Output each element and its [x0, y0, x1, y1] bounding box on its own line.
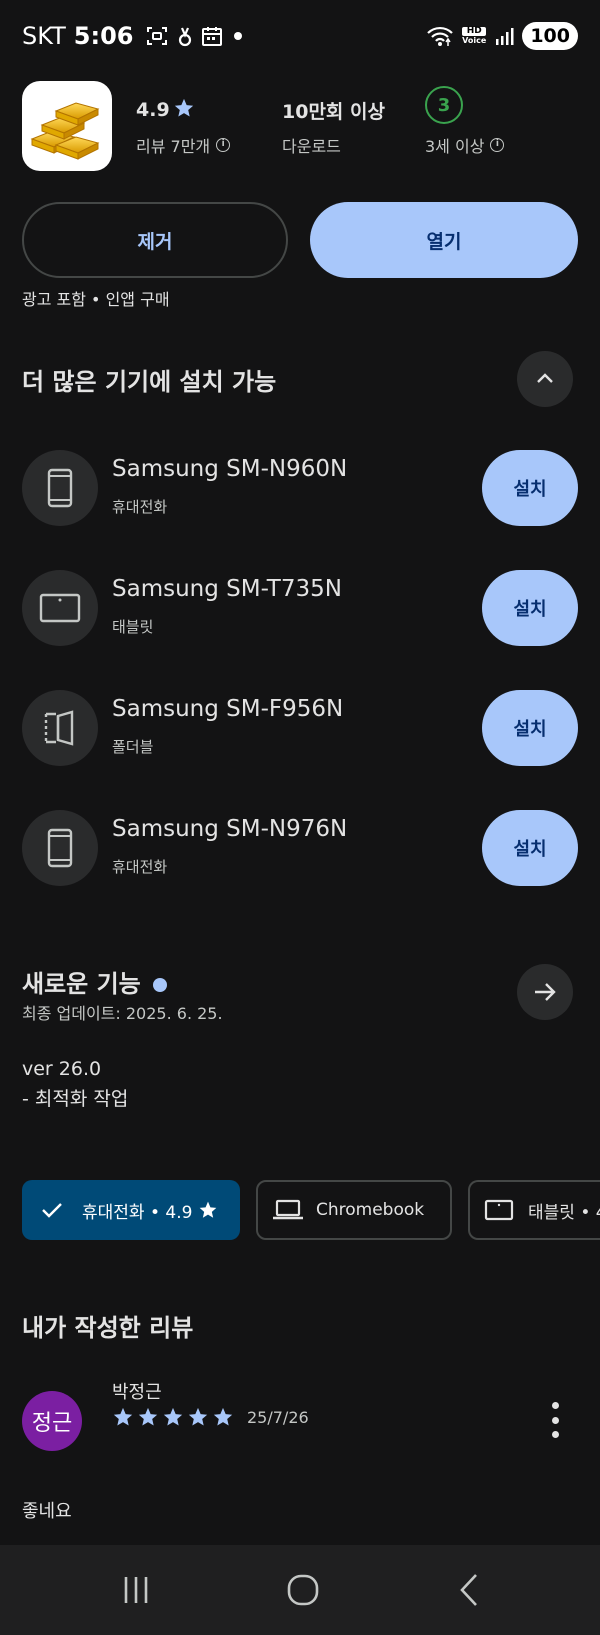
new-indicator-dot [152, 978, 167, 992]
back-button[interactable] [440, 1565, 500, 1615]
star-icon [188, 1407, 208, 1426]
release-notes: ver 26.0 - 최적화 작업 [22, 1054, 128, 1114]
more-options-button[interactable] [548, 1402, 562, 1438]
device-name: Samsung SM-F956N [112, 696, 344, 722]
more-devices-title: 더 많은 기기에 설치 가능 [22, 368, 277, 396]
version-text: ver 26.0 [22, 1058, 102, 1080]
screenshot-icon [145, 24, 169, 48]
voice-label: Voice [462, 36, 487, 45]
install-button[interactable]: 설치 [482, 690, 578, 766]
dot [551, 1402, 559, 1409]
device-row: Samsung SM-F956N 폴더블 설치 [22, 690, 578, 766]
whats-new-label: 새로운 기능 [22, 970, 141, 998]
open-button[interactable]: 열기 [310, 202, 578, 278]
downloads-label: 다운로드 [282, 137, 341, 156]
dot [551, 1431, 559, 1438]
laptop-icon [272, 1198, 304, 1222]
phone-icon [22, 450, 98, 526]
status-bar: SKT 5:06 HD Voice 100 [0, 0, 600, 76]
gold-bars-icon [22, 81, 112, 171]
reviews-count-label: 리뷰 7만개 [136, 137, 211, 156]
foldable-icon [22, 690, 98, 766]
tablet-icon [484, 1198, 514, 1222]
chip-label: 태블릿 • 4 [528, 1202, 600, 1223]
star-icon [163, 1407, 183, 1426]
device-row: Samsung SM-N960N 휴대전화 설치 [22, 450, 578, 526]
signal-icon [494, 26, 514, 46]
remove-button[interactable]: 제거 [22, 202, 288, 278]
chip-label: Chromebook [316, 1200, 425, 1220]
recent-apps-icon [124, 1577, 148, 1603]
collapse-button[interactable] [517, 351, 573, 407]
star-icon [113, 1407, 133, 1426]
avatar: 정근 [22, 1391, 82, 1451]
chip-tablet[interactable]: 태블릿 • 4 [468, 1180, 600, 1240]
home-button[interactable] [273, 1565, 333, 1615]
carrier-label: SKT [22, 22, 66, 50]
device-type: 휴대전화 [112, 858, 168, 876]
downloads-stat: 10만회 이상 다운로드 [282, 97, 385, 157]
chevron-up-icon [537, 373, 553, 383]
device-type: 태블릿 [112, 618, 154, 636]
star-icon [198, 1200, 218, 1220]
dot [551, 1416, 559, 1424]
install-button[interactable]: 설치 [482, 810, 578, 886]
age-rating-label: 3세 이상 [425, 137, 485, 156]
notification-dot-icon [231, 29, 245, 43]
last-updated: 최종 업데이트: 2025. 6. 25. [22, 1004, 223, 1023]
chip-label: 휴대전화 • 4.9 [82, 1202, 193, 1223]
device-name: Samsung SM-T735N [112, 576, 342, 602]
info-icon: i [216, 138, 231, 152]
check-icon [40, 1198, 64, 1222]
arrow-right-icon [535, 983, 556, 1001]
install-button[interactable]: 설치 [482, 450, 578, 526]
info-icon: i [490, 138, 505, 152]
install-button[interactable]: 설치 [482, 570, 578, 646]
star-icon [138, 1407, 158, 1426]
review-rating: 25/7/26 [112, 1406, 309, 1428]
star-icon [173, 97, 195, 124]
note-text: - 최적화 작업 [22, 1088, 129, 1110]
my-review-title: 내가 작성한 리뷰 [22, 1314, 194, 1342]
reviewer-name: 박정근 [112, 1382, 162, 1403]
clock: 5:06 [73, 22, 134, 50]
back-icon [460, 1574, 477, 1606]
location-icon [177, 24, 193, 48]
downloads-value: 10만회 이상 [282, 100, 385, 123]
navigation-bar [0, 1545, 600, 1635]
review-date: 25/7/26 [247, 1407, 309, 1427]
age-rating-badge: 3 [425, 86, 463, 124]
whats-new-title: 새로운 기능 [22, 964, 167, 999]
tablet-icon [22, 570, 98, 646]
rating-value: 4.9 [136, 99, 170, 121]
review-text: 좋네요 [22, 1501, 72, 1522]
rating-stat[interactable]: 4.9 리뷰 7만개 i [136, 97, 231, 157]
hd-label: HD [462, 27, 487, 36]
phone-icon [22, 810, 98, 886]
app-summary: 4.9 리뷰 7만개 i 10만회 이상 다운로드 3 3세 이상 i [22, 81, 578, 171]
ads-in-app-purchases-note: 광고 포함 • 인앱 구매 [22, 290, 170, 309]
recent-apps-button[interactable] [106, 1565, 166, 1615]
home-icon [287, 1574, 319, 1606]
hd-voice-icon: HD Voice [462, 27, 487, 45]
device-name: Samsung SM-N960N [112, 456, 348, 482]
star-icon [213, 1407, 233, 1426]
battery-icon: 100 [522, 22, 578, 50]
whats-new-arrow-button[interactable] [517, 964, 573, 1020]
age-rating-stat[interactable]: 3 3세 이상 i [425, 86, 505, 157]
device-type: 휴대전화 [112, 498, 168, 516]
device-name: Samsung SM-N976N [112, 816, 348, 842]
chip-chromebook[interactable]: Chromebook [256, 1180, 452, 1240]
calendar-icon [201, 25, 223, 47]
device-row: Samsung SM-N976N 휴대전화 설치 [22, 810, 578, 886]
wifi-icon [426, 25, 454, 47]
device-type: 폴더블 [112, 738, 154, 756]
device-row: Samsung SM-T735N 태블릿 설치 [22, 570, 578, 646]
chip-phone[interactable]: 휴대전화 • 4.9 [22, 1180, 240, 1240]
